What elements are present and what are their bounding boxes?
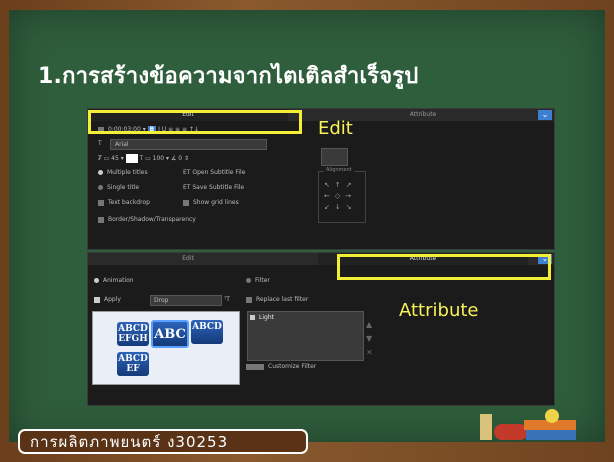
- preset-tile[interactable]: ABCD: [191, 320, 223, 344]
- filter-radio[interactable]: Filter: [246, 277, 270, 284]
- attribute-highlight-box: [337, 254, 551, 280]
- filter-list[interactable]: Light: [247, 311, 364, 361]
- text-backdrop-check[interactable]: Text backdrop: [98, 199, 150, 206]
- preset-tile[interactable]: ABCD EFGH: [117, 322, 149, 346]
- drop-select[interactable]: Drop: [150, 295, 222, 306]
- single-title-radio[interactable]: Single title: [98, 184, 139, 191]
- slide-title: 1.การสร้างข้อความจากไตเติลสำเร็จรูป: [38, 64, 419, 89]
- tab-edit-2[interactable]: Edit: [88, 253, 288, 265]
- filter-item-light[interactable]: Light: [250, 314, 274, 321]
- books-apple-icon: [480, 409, 576, 440]
- color-select[interactable]: [321, 148, 348, 166]
- font-row: T: [98, 140, 102, 147]
- attribute-callout: Attribute: [399, 300, 479, 321]
- animation-preset-list[interactable]: ABCD EFGH ABC ABCD ABCD EF: [92, 311, 240, 385]
- edit-callout: Edit: [318, 118, 353, 139]
- customize-icon[interactable]: ᵀT: [224, 296, 230, 303]
- show-grid-check[interactable]: Show grid lines: [183, 199, 239, 206]
- open-subtitle-button[interactable]: ET Open Subtitle File: [183, 169, 245, 176]
- animation-radio[interactable]: Animation: [94, 277, 134, 284]
- replace-filter-check[interactable]: Replace last filter: [246, 296, 308, 303]
- alignment-label: Alignment: [324, 167, 354, 173]
- chevron-down-icon[interactable]: ⌄: [538, 110, 552, 120]
- course-footer: การผลิตภาพยนตร์ ง30253: [18, 429, 308, 454]
- size-row[interactable]: Ⱦ ▭ 45 ▾ T ▭ 100 ▾ ∡ 0 ⇕: [98, 154, 189, 163]
- font-select[interactable]: Arial: [110, 139, 267, 150]
- multiple-titles-radio[interactable]: Multiple titles: [98, 169, 148, 176]
- apply-check[interactable]: Apply: [94, 296, 121, 303]
- preset-tile-selected[interactable]: ABC: [151, 320, 189, 348]
- edit-highlight-box: [88, 110, 302, 134]
- customize-filter-button[interactable]: Customize Filter: [246, 363, 316, 370]
- alignment-grid[interactable]: ↖↑↗ ←◇→ ↙↓↘: [324, 180, 356, 213]
- preset-tile[interactable]: ABCD EF: [117, 352, 149, 376]
- save-subtitle-button[interactable]: ET Save Subtitle File: [183, 184, 244, 191]
- list-controls[interactable]: ▲ ▼ ✕: [366, 318, 373, 360]
- border-button[interactable]: Border/Shadow/Transparency: [98, 216, 196, 223]
